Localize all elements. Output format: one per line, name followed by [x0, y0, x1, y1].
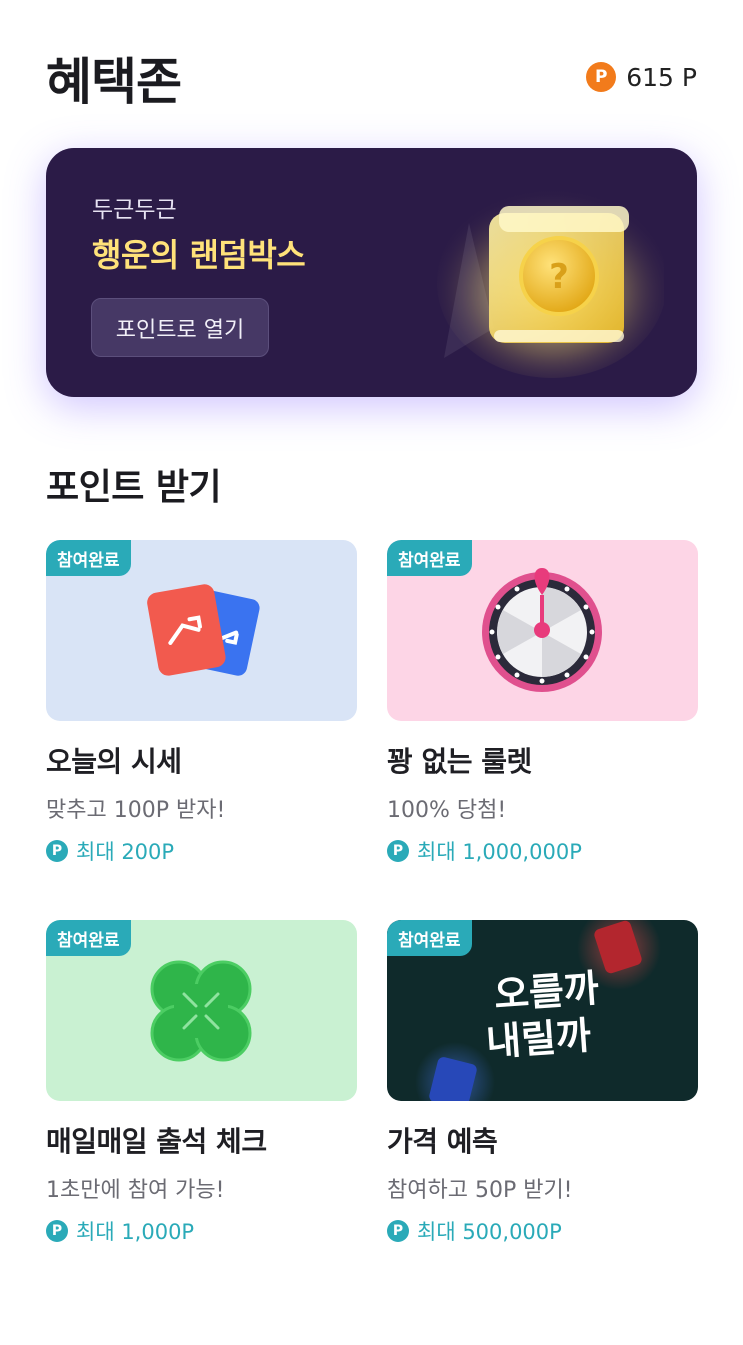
reward-coin-icon: P: [46, 1220, 68, 1242]
page-title: 혜택존: [46, 53, 182, 111]
card-daily-checkin[interactable]: 참여완료 매일매일 출석 체크 1초만에 참여 가능! P 최대 1,000P: [46, 920, 357, 1246]
point-coin-icon: P: [586, 62, 617, 92]
card-title: 매일매일 출석 체크: [46, 1125, 267, 1158]
reward-text: 최대 1,000,000P: [417, 840, 582, 864]
card-thumbnail: 참여완료: [387, 540, 698, 721]
card-title: 꽝 없는 룰렛: [387, 745, 532, 778]
card-roulette[interactable]: 참여완료 꽝 없는 룰렛 100% 당첨! P 최대 1,000,000P: [387, 540, 698, 866]
card-description: 1초만에 참여 가능!: [46, 1178, 225, 1203]
card-title: 가격 예측: [387, 1125, 498, 1158]
artwork-line-2: 내릴까: [485, 1013, 593, 1064]
card-thumbnail: 오를까 내릴까 참여완료: [387, 920, 698, 1101]
card-reward: P 최대 1,000P: [46, 1216, 357, 1246]
reward-text: 최대 1,000P: [76, 1220, 195, 1244]
card-thumbnail: 참여완료: [46, 540, 357, 721]
card-reward: P 최대 500,000P: [387, 1216, 698, 1246]
card-title: 오늘의 시세: [46, 745, 182, 778]
reward-coin-icon: P: [46, 840, 68, 862]
banner-title: 행운의 랜덤박스: [92, 236, 306, 274]
card-description: 100% 당첨!: [387, 798, 507, 823]
reward-coin-icon: P: [387, 840, 409, 862]
artwork-line-1: 오를까: [493, 966, 601, 1017]
participated-badge: 참여완료: [387, 540, 472, 576]
reward-text: 최대 500,000P: [417, 1220, 562, 1244]
banner-subtitle: 두근두근: [92, 197, 177, 223]
point-balance[interactable]: P 615 P: [586, 62, 697, 92]
card-reward: P 최대 200P: [46, 836, 357, 866]
card-todays-price[interactable]: 참여완료 오늘의 시세 맞추고 100P 받자! P 최대 200P: [46, 540, 357, 866]
card-reward: P 최대 1,000,000P: [387, 836, 698, 866]
participated-badge: 참여완료: [46, 920, 131, 956]
card-price-prediction[interactable]: 오를까 내릴까 참여완료 가격 예측 참여하고 50P 받기! P 최대 500…: [387, 920, 698, 1246]
card-thumbnail: 참여완료: [46, 920, 357, 1101]
section-title: 포인트 받기: [46, 467, 222, 508]
svg-text:?: ?: [549, 257, 569, 297]
random-box-banner[interactable]: 두근두근 행운의 랜덤박스 포인트로 열기 ?: [46, 148, 697, 397]
card-description: 참여하고 50P 받기!: [387, 1178, 573, 1203]
reward-text: 최대 200P: [76, 840, 175, 864]
header: 혜택존 P 615 P: [46, 42, 697, 112]
card-description: 맞추고 100P 받자!: [46, 798, 226, 823]
participated-badge: 참여완료: [387, 920, 472, 956]
point-balance-value: 615 P: [626, 62, 697, 92]
open-with-points-button[interactable]: 포인트로 열기: [91, 298, 269, 357]
reward-coin-icon: P: [387, 1220, 409, 1242]
mystery-box-icon: ?: [437, 188, 664, 378]
participated-badge: 참여완료: [46, 540, 131, 576]
